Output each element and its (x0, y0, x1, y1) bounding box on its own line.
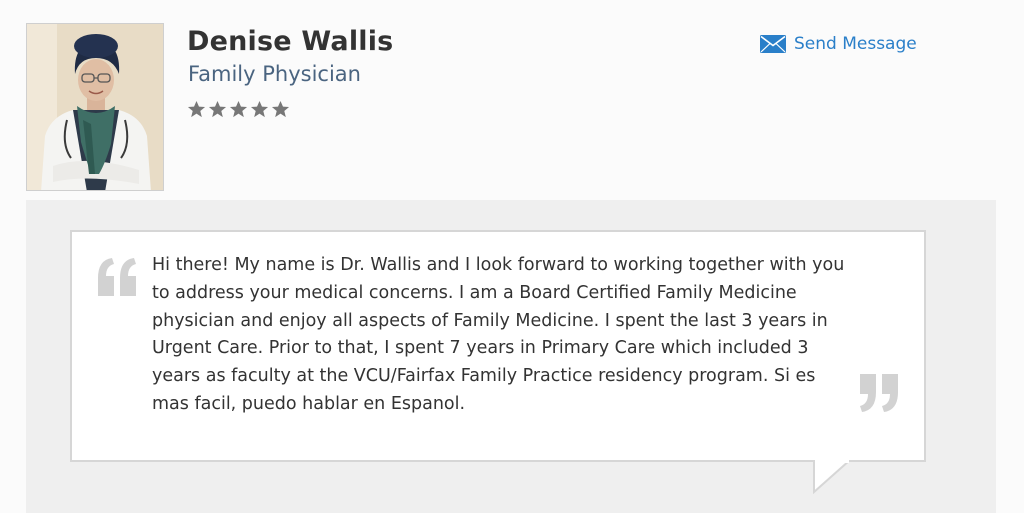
send-message-link[interactable]: Send Message (760, 34, 917, 54)
star-rating (187, 100, 290, 119)
star-icon (229, 100, 248, 118)
provider-name: Denise Wallis (187, 26, 394, 57)
provider-title: Family Physician (188, 62, 361, 86)
send-message-label: Send Message (794, 34, 917, 54)
star-icon (187, 100, 206, 118)
speech-bubble-tail (813, 460, 851, 494)
envelope-icon (760, 35, 786, 53)
bio-text: Hi there! My name is Dr. Wallis and I lo… (152, 255, 845, 414)
doctor-portrait-image (27, 24, 163, 190)
star-icon (208, 100, 227, 118)
star-icon (250, 100, 269, 118)
avatar (26, 23, 164, 191)
provider-profile: Denise Wallis Family Physician Send Mess… (0, 0, 1024, 513)
star-icon (271, 100, 290, 118)
close-quote-icon (860, 374, 898, 412)
open-quote-icon (98, 258, 136, 296)
